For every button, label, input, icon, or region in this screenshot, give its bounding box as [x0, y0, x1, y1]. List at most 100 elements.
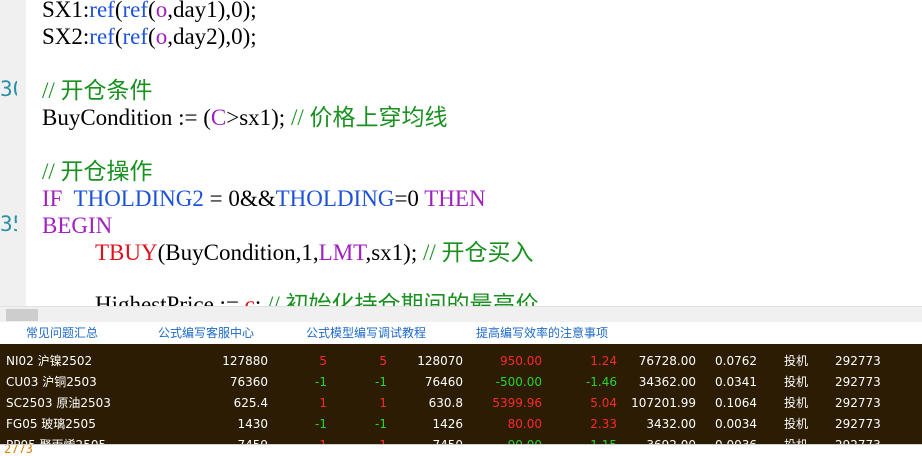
hedge-flag: 投机 [784, 354, 809, 368]
code-token-function: ref [89, 24, 115, 49]
floating-pnl: -90.00 [503, 435, 542, 444]
link-debug-tutorial[interactable]: 公式模型编写调试教程 [306, 327, 426, 340]
code-token: = 0&& [203, 186, 276, 211]
code-token-variable: LMT [318, 240, 366, 265]
pnl-ratio: -1.15 [586, 435, 617, 444]
horizontal-scrollbar[interactable] [0, 306, 922, 322]
available-qty: -1 [375, 417, 387, 431]
available-qty: -1 [375, 375, 387, 389]
table-row[interactable]: FG05 玻璃2505 1430 -1 -1 1426 80.00 2.33 3… [0, 414, 922, 435]
account-id: 292773 [835, 396, 881, 410]
code-token: SX2: [42, 24, 90, 49]
line-number-text: 30 [0, 77, 17, 101]
code-line-sx2[interactable]: SX2:ref(ref(o,day2),0); [42, 23, 257, 50]
code-line-tbuy[interactable]: TBUY(BuyCondition,1,LMT,sx1); // 开仓买入 [95, 239, 534, 266]
code-token: BuyCondition := ( [42, 105, 211, 130]
table-row[interactable]: CU03 沪铜2503 76360 -1 -1 76460 -500.00 -1… [0, 372, 922, 393]
floating-pnl: 80.00 [507, 417, 542, 431]
code-token-variable: o [155, 24, 168, 49]
link-efficiency-tips[interactable]: 提高编写效率的注意事项 [476, 327, 608, 340]
position-qty: 1 [319, 435, 327, 444]
available-qty: 5 [379, 354, 387, 368]
code-line-highest-price[interactable]: HighestPrice := c; // 初始化持仓期间的最高价 [95, 291, 539, 306]
code-comment: // 价格上穿均线 [290, 105, 448, 130]
code-token: (BuyCondition,1, [157, 240, 319, 265]
contract-name: NI02 沪镍2502 [6, 354, 93, 368]
code-line-buy-condition[interactable]: BuyCondition := (C>sx1); // 价格上穿均线 [42, 104, 447, 131]
account-id: 292773 [835, 354, 881, 368]
floating-pnl: -500.00 [495, 375, 542, 389]
margin: 76728.00 [638, 354, 696, 368]
open-price: 127880 [222, 354, 268, 368]
code-line-if[interactable]: IF THOLDING2 = 0&&THOLDING=0 THEN [42, 185, 486, 212]
code-token: ,day2),0); [167, 24, 257, 49]
link-faq[interactable]: 常见问题汇总 [26, 327, 98, 340]
open-price: 625.4 [233, 396, 268, 410]
code-line-sx1[interactable]: SX1:ref(ref(o,day1),0); [42, 0, 257, 23]
code-token: ,sx1); [365, 240, 423, 265]
line-number-gutter: 30 35 [0, 0, 26, 306]
code-token-function: TBUY [95, 240, 158, 265]
last-price: 1426 [432, 417, 463, 431]
code-line-begin[interactable]: BEGIN [42, 212, 112, 239]
code-comment: // 开仓买入 [422, 240, 534, 265]
risk-ratio: 0.1064 [715, 396, 757, 410]
code-token: ; [254, 292, 268, 306]
margin: 107201.99 [631, 396, 696, 410]
open-price: 7459 [237, 435, 268, 444]
code-token-function: ref [122, 0, 149, 22]
code-token-function: ref [89, 0, 115, 22]
line-number-text: 35 [0, 212, 17, 236]
code-editor[interactable]: 30 35 SX1:ref(ref(o,day1),0); SX2:ref(re… [0, 0, 922, 306]
code-token-function: THOLDING2 [62, 186, 204, 211]
code-line-comment-open-action[interactable]: // 开仓操作 [42, 158, 153, 185]
code-token-function: THOLDING [275, 186, 395, 211]
floating-pnl: 5399.96 [492, 396, 542, 410]
line-number-35: 35 [0, 211, 17, 238]
last-price: 630.8 [428, 396, 463, 410]
code-token: HighestPrice := [95, 292, 245, 306]
open-price: 1430 [237, 417, 268, 431]
line-number-30: 30 [0, 76, 17, 103]
status-text: 2773 [4, 444, 33, 456]
link-formula-support[interactable]: 公式编写客服中心 [158, 327, 254, 340]
scrollbar-thumb[interactable] [6, 309, 38, 321]
code-token-variable: c [244, 292, 255, 306]
help-links-bar: 常见问题汇总 公式编写客服中心 公式模型编写调试教程 提高编写效率的注意事项 [0, 322, 922, 344]
code-comment: // 开仓操作 [42, 159, 153, 184]
table-row[interactable]: PP05 聚丙烯2505 7459 1 1 7450 -90.00 -1.15 … [0, 435, 922, 444]
open-price: 76360 [229, 375, 268, 389]
pnl-ratio: 5.04 [590, 396, 617, 410]
code-token-variable: o [155, 0, 168, 22]
position-qty: -1 [315, 417, 327, 431]
table-row[interactable]: SC2503 原油2503 625.4 1 1 630.8 5399.96 5.… [0, 393, 922, 414]
code-token-keyword: BEGIN [42, 213, 113, 238]
account-id: 292773 [835, 417, 881, 431]
pnl-ratio: -1.46 [585, 375, 617, 389]
pnl-ratio: 2.33 [590, 417, 617, 431]
last-price: 7450 [432, 435, 463, 444]
position-qty: 1 [319, 396, 327, 410]
code-token: ( [114, 24, 123, 49]
code-token: =0 [394, 186, 425, 211]
available-qty: 1 [379, 396, 387, 410]
code-token: SX1: [42, 0, 90, 22]
code-token: ,day1),0); [167, 0, 257, 22]
contract-name: CU03 沪铜2503 [6, 375, 97, 389]
account-id: 292773 [835, 435, 881, 444]
hedge-flag: 投机 [784, 417, 809, 431]
margin: 3692.00 [646, 435, 696, 444]
code-token-function: ref [122, 24, 149, 49]
account-id: 292773 [835, 375, 881, 389]
code-token: ( [148, 0, 156, 22]
code-token-keyword: THEN [424, 186, 486, 211]
contract-name: FG05 玻璃2505 [6, 417, 96, 431]
hedge-flag: 投机 [784, 375, 809, 389]
last-price: 128070 [417, 354, 463, 368]
contract-name: PP05 聚丙烯2505 [6, 435, 106, 444]
code-token-keyword: IF [42, 186, 63, 211]
position-qty: -1 [315, 375, 327, 389]
table-row[interactable]: NI02 沪镍2502 127880 5 5 128070 950.00 1.2… [0, 351, 922, 372]
code-token-variable: C [210, 105, 227, 130]
code-line-comment-open-condition[interactable]: // 开仓条件 [42, 77, 153, 104]
